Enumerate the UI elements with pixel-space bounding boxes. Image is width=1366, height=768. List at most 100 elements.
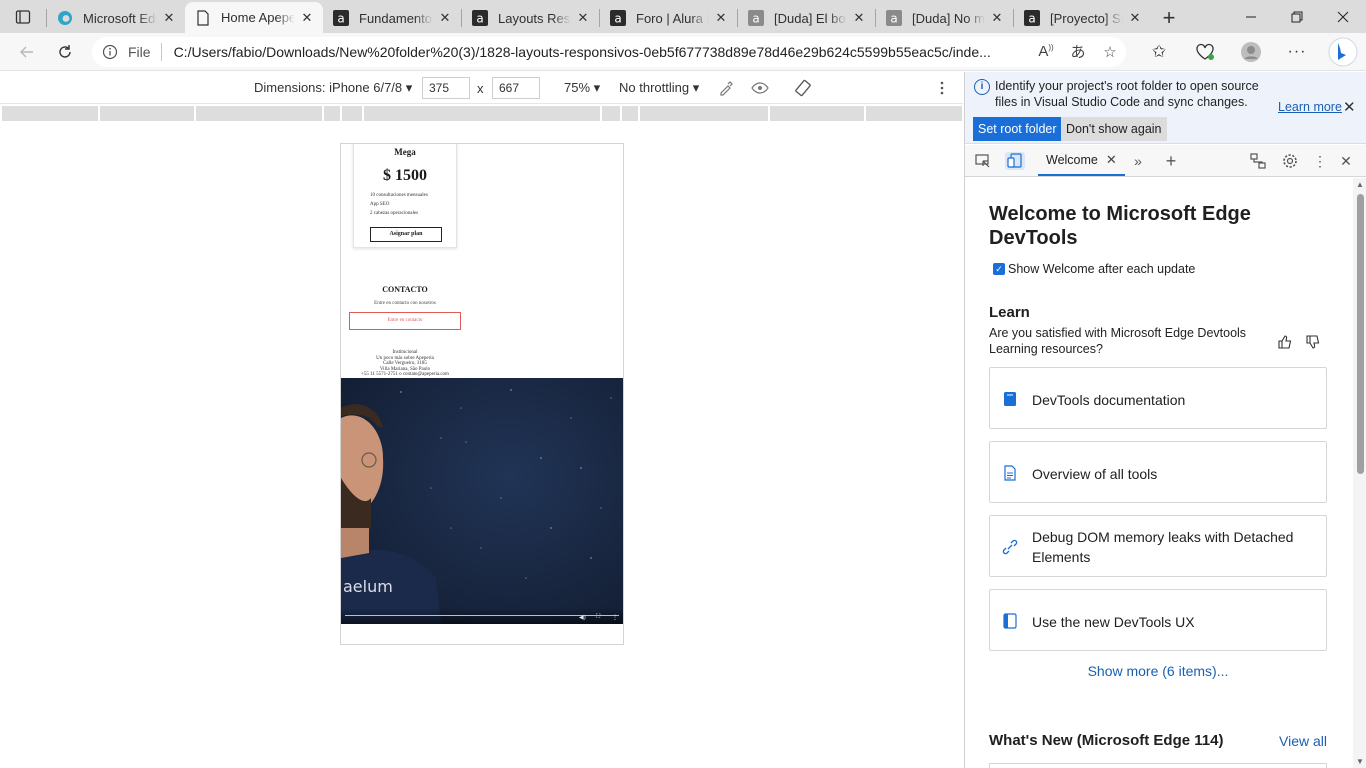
assign-plan-button[interactable]: Asignar plan <box>370 227 442 242</box>
add-tab-icon[interactable]: + <box>1161 151 1181 171</box>
restore-button[interactable] <box>1274 0 1320 33</box>
favorites-icon: ✩ <box>1151 41 1167 61</box>
close-tab-icon[interactable]: ✕ <box>989 10 1005 26</box>
document-icon <box>1002 464 1018 482</box>
minimize-button[interactable] <box>1228 0 1274 33</box>
tab-7[interactable]: a [Duda] No me ✕ <box>876 3 1013 33</box>
profile-button[interactable] <box>1228 36 1274 68</box>
video-progress-bar[interactable] <box>345 615 619 616</box>
close-tab-icon[interactable]: ✕ <box>161 10 177 26</box>
whats-new-card[interactable] <box>989 763 1327 768</box>
video-more-icon[interactable]: ⋮ <box>612 614 618 621</box>
contact-heading: CONTACTO <box>382 285 428 294</box>
tab-actions-button[interactable] <box>0 0 46 33</box>
address-bar-actions: A)) あ ☆ <box>1030 41 1126 62</box>
media-query-bar[interactable] <box>2 106 962 121</box>
url-text[interactable]: C:/Users/fabio/Downloads/New%20folder%20… <box>174 44 1030 60</box>
gear-icon[interactable] <box>1280 152 1300 170</box>
video-player[interactable]: aelum ◀) ⛶ ⋮ <box>341 378 623 624</box>
whats-new-heading: What's New (Microsoft Edge 114) <box>989 732 1224 749</box>
thumbs-down-icon[interactable] <box>1305 334 1321 353</box>
more-options-icon[interactable] <box>932 78 952 98</box>
eyedropper-icon[interactable] <box>716 78 736 98</box>
scroll-thumb[interactable] <box>1357 194 1364 474</box>
scroll-down-icon[interactable]: ▼ <box>1356 757 1364 766</box>
rotate-device-icon[interactable] <box>793 78 813 98</box>
close-tab-icon[interactable]: ✕ <box>851 10 867 26</box>
close-tab-icon[interactable]: ✕ <box>575 10 591 26</box>
set-root-folder-button[interactable]: Set root folder <box>973 117 1062 141</box>
read-aloud-icon[interactable]: A)) <box>1030 43 1062 60</box>
bing-chat-button[interactable] <box>1320 36 1366 68</box>
tab-2-active[interactable]: Home Apeper ✕ <box>185 2 323 33</box>
vision-deficiency-icon[interactable] <box>750 78 770 98</box>
tab-8[interactable]: a [Proyecto] SE( ✕ <box>1014 3 1151 33</box>
toolbar-actions: ✩ ··· <box>1136 36 1366 68</box>
more-tabs-icon[interactable]: » <box>1128 152 1148 170</box>
tab-4[interactable]: a Layouts Resp ✕ <box>462 3 599 33</box>
learn-card-overview[interactable]: Overview of all tools <box>989 441 1327 503</box>
tab-3[interactable]: a Fundamentos ✕ <box>323 3 461 33</box>
learn-more-link[interactable]: Learn more <box>1278 100 1342 114</box>
devtools-scrollbar[interactable]: ▲ ▼ <box>1353 178 1366 768</box>
tab-1[interactable]: Microsoft Edg ✕ <box>47 3 185 33</box>
plus-icon: + <box>1162 5 1176 30</box>
dont-show-again-button[interactable]: Don't show again <box>1061 117 1167 141</box>
close-icon[interactable]: ✕ <box>1106 152 1117 168</box>
alura-icon: a <box>333 10 349 26</box>
favorite-star-icon[interactable]: ☆ <box>1094 43 1126 61</box>
favorites-button[interactable]: ✩ <box>1136 36 1182 68</box>
close-icon[interactable]: ✕ <box>1343 98 1356 116</box>
zoom-select[interactable]: 75% ▾ <box>564 80 600 96</box>
tab-6[interactable]: a [Duda] El botó ✕ <box>738 3 875 33</box>
tab-title: Microsoft Edg <box>83 10 157 26</box>
back-button[interactable] <box>8 36 46 68</box>
learn-card-new-ux[interactable]: Use the new DevTools UX <box>989 589 1327 651</box>
close-tab-icon[interactable]: ✕ <box>1127 10 1143 26</box>
tab-strip: Microsoft Edg ✕ Home Apeper ✕ a Fundamen… <box>0 0 1366 33</box>
video-frame: aelum <box>341 378 623 624</box>
device-height-input[interactable]: 667 <box>492 77 540 99</box>
tab-5[interactable]: a Foro | Alura La ✕ <box>600 3 737 33</box>
throttling-select[interactable]: No throttling ▾ <box>619 80 699 96</box>
device-width-input[interactable]: 375 <box>422 77 470 99</box>
close-tab-icon[interactable]: ✕ <box>713 10 729 26</box>
tab-welcome[interactable]: Welcome ✕ <box>1038 145 1125 176</box>
contact-button[interactable]: Entre en contacto <box>349 312 461 330</box>
device-toolbar: Dimensions: iPhone 6/7/8 ▾ 375 x 667 75%… <box>0 72 963 104</box>
panel-icon <box>1002 612 1018 630</box>
device-emulation-icon[interactable] <box>1005 152 1025 170</box>
svg-text:a: a <box>1028 12 1035 26</box>
view-all-link[interactable]: View all <box>1279 733 1327 749</box>
close-window-button[interactable] <box>1320 0 1366 33</box>
close-tab-icon[interactable]: ✕ <box>299 10 315 26</box>
show-welcome-checkbox[interactable]: ✓ <box>993 263 1005 275</box>
refresh-button[interactable] <box>46 36 84 68</box>
address-bar[interactable]: File C:/Users/fabio/Downloads/New%20fold… <box>92 36 1126 67</box>
inspect-element-icon[interactable] <box>973 152 993 170</box>
avatar <box>1241 41 1261 62</box>
new-tab-button[interactable]: + <box>1151 3 1187 33</box>
translate-icon[interactable]: あ <box>1062 41 1094 62</box>
thumbs-up-icon[interactable] <box>1277 334 1293 353</box>
fullscreen-icon[interactable]: ⛶ <box>596 614 600 621</box>
show-welcome-label[interactable]: Show Welcome after each update <box>1008 262 1195 276</box>
scroll-up-icon[interactable]: ▲ <box>1356 180 1364 189</box>
settings-more-button[interactable]: ··· <box>1274 36 1320 68</box>
connection-icon[interactable] <box>1248 152 1268 170</box>
device-dimensions-select[interactable]: Dimensions: iPhone 6/7/8 ▾ <box>254 80 412 96</box>
customize-menu-icon[interactable]: ⋮ <box>1310 152 1330 170</box>
show-more-link[interactable]: Show more (6 items)... <box>965 663 1351 679</box>
svg-text:a: a <box>476 12 483 26</box>
alura-icon: a <box>472 10 488 26</box>
close-tab-icon[interactable]: ✕ <box>437 10 453 26</box>
back-arrow-icon <box>20 46 33 57</box>
volume-icon[interactable]: ◀) <box>579 614 586 621</box>
emulated-device-viewport[interactable]: Mega $ 1500 10 consultaciones mensuales … <box>340 143 624 645</box>
close-devtools-icon[interactable]: ✕ <box>1336 152 1356 170</box>
learn-card-documentation[interactable]: DevTools documentation <box>989 367 1327 429</box>
minimize-icon <box>1246 16 1256 17</box>
browser-essentials-button[interactable] <box>1182 36 1228 68</box>
learn-card-memory-leaks[interactable]: Debug DOM memory leaks with Detached Ele… <box>989 515 1327 577</box>
info-icon[interactable] <box>102 44 122 60</box>
